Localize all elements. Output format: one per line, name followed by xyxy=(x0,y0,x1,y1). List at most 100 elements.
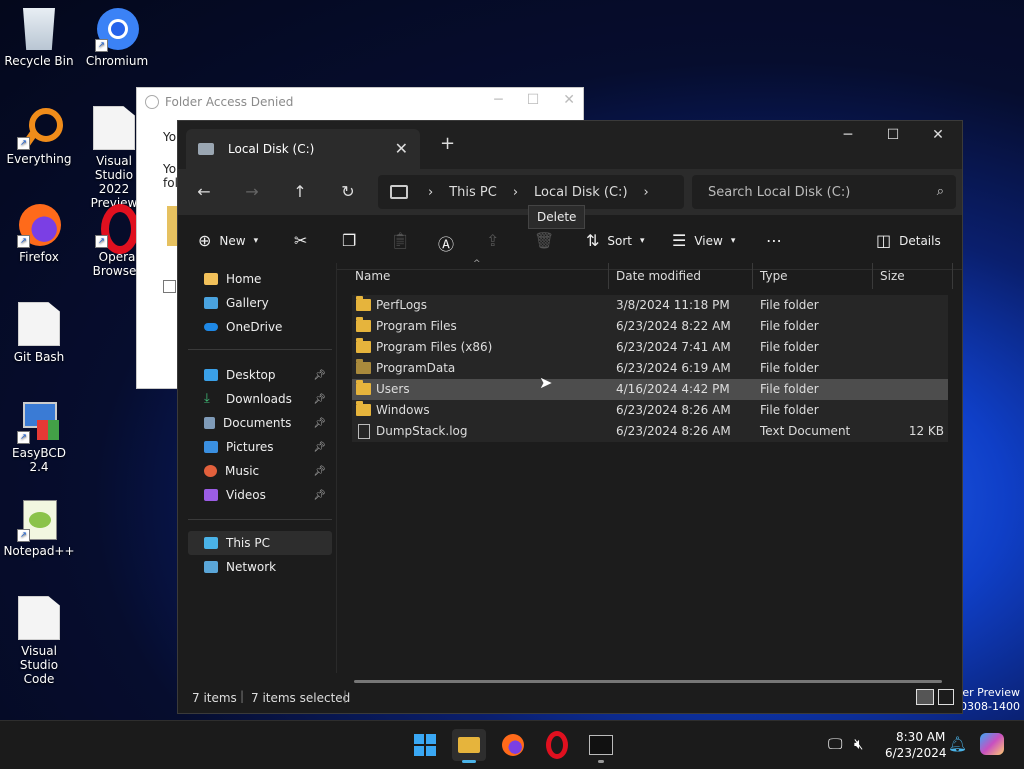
search-box[interactable]: ⌕ xyxy=(692,175,956,209)
maximize-button[interactable]: ☐ xyxy=(527,92,540,108)
tab-close-icon[interactable]: ✕ xyxy=(395,139,408,158)
desktop-icon-notepadpp[interactable]: ↗ Notepad++ xyxy=(3,498,75,558)
details-view-button[interactable] xyxy=(916,689,934,705)
start-button[interactable] xyxy=(408,729,442,761)
search-icon: ⌕ xyxy=(936,184,944,199)
close-button[interactable]: ✕ xyxy=(563,92,575,108)
sidebar-item-label: Downloads xyxy=(226,392,292,406)
minimize-button[interactable]: ─ xyxy=(828,127,868,143)
file-type: File folder xyxy=(760,298,819,312)
pin-icon[interactable]: 📌︎ xyxy=(313,394,326,405)
column-divider[interactable] xyxy=(952,263,953,289)
taskbar-file-explorer[interactable] xyxy=(452,729,486,763)
selected-count: 7 items selected xyxy=(251,691,351,705)
sidebar-item-documents[interactable]: Documents 📌︎ xyxy=(188,411,332,435)
close-button[interactable]: ✕ xyxy=(918,127,958,143)
table-row[interactable]: Users 4/16/2024 4:42 PM File folder ➤ xyxy=(352,373,948,400)
tab-local-disk[interactable]: Local Disk (C:) ✕ xyxy=(186,129,420,169)
chevron-right-icon[interactable]: › xyxy=(644,185,649,200)
sidebar-item-this-pc[interactable]: This PC xyxy=(188,531,332,555)
paste-icon[interactable]: 📋︎ xyxy=(390,231,410,250)
pin-icon[interactable]: 📌︎ xyxy=(313,442,326,453)
forward-button[interactable]: → xyxy=(240,180,264,204)
column-name[interactable]: Name xyxy=(355,269,390,283)
address-bar[interactable]: › This PC › Local Disk (C:) › xyxy=(378,175,684,209)
volume-muted-icon[interactable]: 🔇︎ xyxy=(854,735,863,753)
music-icon xyxy=(204,465,217,477)
sort-button[interactable]: ⇅ Sort ▾ xyxy=(586,231,645,250)
back-button[interactable]: ← xyxy=(192,180,216,204)
pin-icon[interactable]: 📌︎ xyxy=(313,466,326,477)
tiles-view-button[interactable] xyxy=(938,689,954,705)
taskbar-opera[interactable] xyxy=(540,729,574,761)
search-input[interactable] xyxy=(706,183,920,201)
column-divider[interactable] xyxy=(872,263,873,289)
table-row[interactable]: Program Files 6/23/2024 8:22 AM File fol… xyxy=(352,316,948,337)
network-icon[interactable]: 🖵︎ xyxy=(828,735,842,753)
details-button[interactable]: ◫ Details xyxy=(876,231,941,250)
sidebar-item-desktop[interactable]: Desktop 📌︎ xyxy=(188,363,332,387)
file-date: 6/23/2024 6:19 AM xyxy=(616,361,731,375)
sidebar-item-gallery[interactable]: Gallery xyxy=(188,291,332,315)
rename-icon[interactable]: Ⓐ xyxy=(438,231,454,255)
dialog-text: fol xyxy=(163,176,178,190)
desktop-icon-firefox[interactable]: ↗ Firefox xyxy=(3,204,75,264)
view-button[interactable]: ☰ View ▾ xyxy=(672,231,735,250)
delete-icon[interactable]: 🗑︎ xyxy=(534,231,554,250)
chromium-icon: ↗ xyxy=(95,8,139,52)
up-button[interactable]: ↑ xyxy=(288,180,312,204)
table-row[interactable]: DumpStack.log 6/23/2024 8:26 AM Text Doc… xyxy=(352,421,948,442)
clock-date[interactable]: 6/23/2024 xyxy=(885,746,947,760)
sidebar-item-pictures[interactable]: Pictures 📌︎ xyxy=(188,435,332,459)
dialog-title: Folder Access Denied xyxy=(165,95,294,109)
column-type[interactable]: Type xyxy=(760,269,788,283)
breadcrumb-this-pc[interactable]: This PC xyxy=(449,185,497,200)
sidebar-item-home[interactable]: Home xyxy=(188,267,332,291)
breadcrumb-local-disk[interactable]: Local Disk (C:) xyxy=(534,185,627,200)
desktop-folder-icon xyxy=(204,369,218,381)
desktop-icon-everything[interactable]: ↗ Everything xyxy=(3,106,75,166)
new-button[interactable]: ⊕ New ▾ xyxy=(198,231,258,250)
table-row[interactable]: Windows 6/23/2024 8:26 AM File folder xyxy=(352,400,948,421)
sidebar-item-videos[interactable]: Videos 📌︎ xyxy=(188,483,332,507)
column-size[interactable]: Size xyxy=(880,269,905,283)
dialog-text: Yo xyxy=(163,130,177,144)
new-tab-button[interactable]: + xyxy=(440,133,455,154)
minimize-button[interactable]: ─ xyxy=(494,92,502,108)
sidebar-item-music[interactable]: Music 📌︎ xyxy=(188,459,332,483)
more-options-icon[interactable]: ⋯ xyxy=(766,231,782,250)
share-icon[interactable]: ⇪ xyxy=(486,231,499,250)
desktop-icon-vscode[interactable]: Visual Studio Code xyxy=(3,596,75,686)
refresh-button[interactable]: ↻ xyxy=(336,180,360,204)
pin-icon[interactable]: 📌︎ xyxy=(313,490,326,501)
table-row[interactable]: Program Files (x86) 6/23/2024 7:41 AM Fi… xyxy=(352,337,948,358)
taskbar-terminal[interactable] xyxy=(584,729,618,763)
maximize-button[interactable]: ☐ xyxy=(873,127,913,143)
pin-icon[interactable]: 📌︎ xyxy=(313,370,326,381)
sidebar-item-network[interactable]: Network xyxy=(188,555,332,579)
folder-icon xyxy=(356,296,371,311)
column-divider[interactable] xyxy=(752,263,753,289)
cut-icon[interactable]: ✂ xyxy=(294,231,307,250)
desktop-icon-recycle-bin[interactable]: Recycle Bin xyxy=(3,8,75,68)
desktop-icon-easybcd[interactable]: ↗ EasyBCD 2.4 xyxy=(3,400,75,474)
dialog-checkbox[interactable] xyxy=(163,280,176,293)
sidebar-item-onedrive[interactable]: OneDrive xyxy=(188,315,332,339)
table-row[interactable]: ProgramData 6/23/2024 6:19 AM File folde… xyxy=(352,358,948,379)
desktop-icon-git-bash[interactable]: Git Bash xyxy=(3,302,75,364)
desktop-icon-chromium[interactable]: ↗ Chromium xyxy=(81,8,153,68)
pin-icon[interactable]: 📌︎ xyxy=(313,418,326,429)
copilot-icon[interactable] xyxy=(980,733,1004,755)
file-explorer-window[interactable]: Local Disk (C:) ✕ + ─ ☐ ✕ ← → ↑ ↻ › This… xyxy=(177,120,963,714)
mouse-cursor-icon: ➤ xyxy=(539,373,553,392)
copy-icon[interactable]: ❐ xyxy=(342,231,356,250)
opera-icon xyxy=(546,731,568,759)
column-date-modified[interactable]: Date modified xyxy=(616,269,701,283)
column-divider[interactable] xyxy=(608,263,609,289)
sidebar-item-downloads[interactable]: ⤓ Downloads 📌︎ xyxy=(188,387,332,411)
notification-bell-icon[interactable]: 🔔︎ xyxy=(948,735,967,753)
taskbar-firefox[interactable] xyxy=(496,729,530,761)
clock-time[interactable]: 8:30 AM xyxy=(896,730,945,744)
dialog-titlebar[interactable]: Folder Access Denied ─ ☐ ✕ xyxy=(137,88,583,116)
table-row[interactable]: PerfLogs 3/8/2024 11:18 PM File folder xyxy=(352,295,948,316)
